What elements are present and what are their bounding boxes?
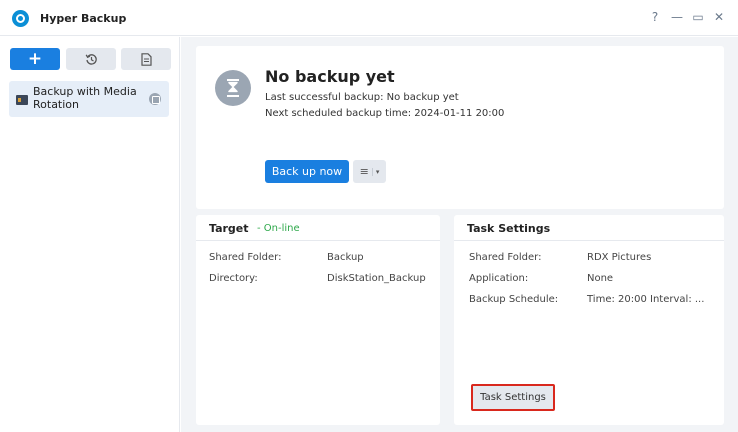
close-icon[interactable]: ✕ — [712, 10, 726, 24]
history-icon — [85, 53, 97, 65]
hourglass-icon — [215, 70, 251, 106]
back-up-now-button[interactable]: Back up now — [265, 160, 349, 183]
action-menu-button[interactable]: ≡ ▾ — [353, 160, 386, 183]
document-icon — [140, 52, 152, 66]
backup-status-card: No backup yet Last successful backup: No… — [196, 46, 724, 209]
sidebar: + Backup with Media Rotation — [0, 37, 180, 432]
pending-status-icon — [149, 93, 161, 105]
backup-task-icon — [16, 95, 28, 105]
task-application-value: None — [587, 273, 614, 284]
app-title: Hyper Backup — [40, 12, 127, 25]
task-item-backup-with-media-rotation[interactable]: Backup with Media Rotation — [9, 81, 169, 117]
hyper-backup-app-icon — [12, 10, 29, 27]
status-title: No backup yet — [265, 67, 395, 86]
target-title: Target — [209, 222, 249, 235]
main-content: No backup yet Last successful backup: No… — [181, 37, 738, 432]
task-application-label: Application: — [469, 273, 529, 284]
log-button[interactable] — [121, 48, 171, 70]
backup-schedule-label: Backup Schedule: — [469, 294, 559, 305]
menu-icon: ≡ — [359, 165, 369, 178]
target-directory-value: DiskStation_Backup — [327, 273, 426, 284]
target-shared-folder-value: Backup — [327, 252, 364, 263]
task-settings-button[interactable]: Task Settings — [471, 384, 555, 411]
task-shared-folder-label: Shared Folder: — [469, 252, 542, 263]
add-task-button[interactable]: + — [10, 48, 60, 70]
task-shared-folder-value: RDX Pictures — [587, 252, 652, 263]
title-bar: Hyper Backup ? — ▭ ✕ — [0, 0, 738, 36]
restore-button[interactable] — [66, 48, 116, 70]
plus-icon: + — [27, 49, 43, 69]
minimize-icon[interactable]: — — [670, 10, 684, 24]
next-backup-text: Next scheduled backup time: 2024-01-11 2… — [265, 108, 505, 119]
target-directory-label: Directory: — [209, 273, 258, 284]
last-backup-text: Last successful backup: No backup yet — [265, 92, 459, 103]
target-shared-folder-label: Shared Folder: — [209, 252, 282, 263]
caret-down-icon: ▾ — [371, 167, 379, 176]
task-item-label: Backup with Media Rotation — [33, 85, 137, 111]
maximize-icon[interactable]: ▭ — [691, 10, 705, 24]
backup-schedule-value: Time: 20:00 Interval: ... — [587, 294, 705, 305]
help-icon[interactable]: ? — [648, 10, 662, 24]
task-settings-header: Task Settings — [454, 215, 724, 241]
online-status: - On-line — [257, 223, 300, 234]
task-settings-panel: Task Settings Shared Folder: RDX Picture… — [454, 215, 724, 425]
target-panel-header: Target - On-line — [196, 215, 440, 241]
task-settings-title: Task Settings — [467, 222, 551, 235]
target-panel: Target - On-line Shared Folder: Backup D… — [196, 215, 440, 425]
